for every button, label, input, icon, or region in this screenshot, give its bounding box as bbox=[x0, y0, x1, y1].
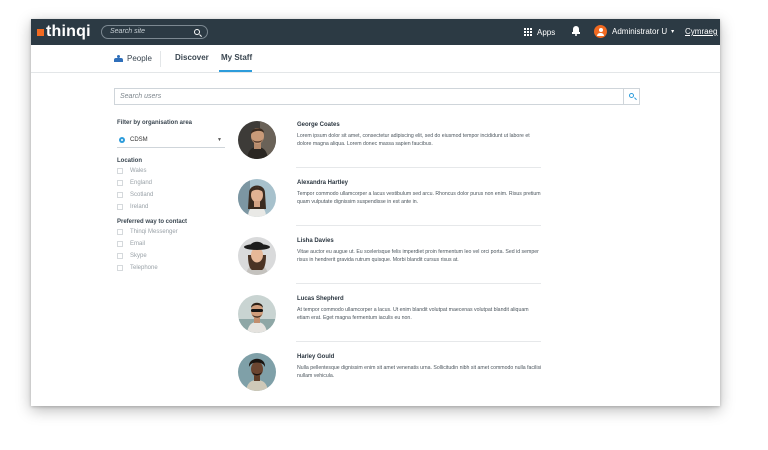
chevron-down-icon: ▾ bbox=[671, 29, 675, 35]
staff-bio: Lorem ipsum dolor sit amet, consectetur … bbox=[297, 133, 530, 147]
staff-name[interactable]: Lisha Davies bbox=[297, 238, 334, 244]
people-icon bbox=[114, 55, 123, 62]
staff-card[interactable]: Lucas Shepherd At tempor commodo ullamco… bbox=[238, 293, 541, 351]
logo[interactable]: thinqi bbox=[37, 24, 91, 40]
org-area-select[interactable]: CDSM ▼ bbox=[117, 134, 225, 148]
list-divider bbox=[296, 341, 541, 342]
chevron-down-icon: ▼ bbox=[217, 137, 222, 143]
location-filter-title: Location bbox=[117, 158, 142, 164]
logo-mark-icon bbox=[37, 28, 44, 36]
contact-option-email[interactable]: Email bbox=[117, 238, 225, 250]
staff-avatar[interactable] bbox=[238, 295, 276, 333]
location-filter: Location Wales England Scotland Ireland bbox=[117, 157, 225, 213]
staff-avatar[interactable] bbox=[238, 121, 276, 159]
location-option-england[interactable]: England bbox=[117, 177, 225, 189]
active-tab-indicator bbox=[219, 70, 252, 72]
top-bar: thinqi Search site Apps Administrator U … bbox=[31, 19, 720, 45]
search-icon bbox=[629, 93, 634, 98]
checkbox-icon[interactable] bbox=[117, 204, 123, 210]
option-label: Telephone bbox=[130, 265, 158, 271]
checkbox-icon[interactable] bbox=[117, 241, 123, 247]
staff-bio: At tempor commodo ullamcorper a lacus. U… bbox=[297, 307, 529, 321]
nav-divider bbox=[160, 51, 161, 67]
option-label: Email bbox=[130, 241, 146, 247]
logo-text: thinqi bbox=[46, 23, 91, 40]
option-label: Scotland bbox=[130, 192, 154, 198]
staff-avatar[interactable] bbox=[238, 353, 276, 391]
site-search-placeholder: Search site bbox=[110, 28, 146, 35]
staff-card[interactable]: George Coates Lorem ipsum dolor sit amet… bbox=[238, 119, 541, 177]
option-label: Skype bbox=[130, 253, 147, 259]
list-divider bbox=[296, 283, 541, 284]
option-label: England bbox=[130, 180, 153, 186]
staff-name[interactable]: Harley Gould bbox=[297, 354, 334, 360]
user-name: Administrator U bbox=[612, 27, 668, 36]
user-search-input[interactable]: Search users bbox=[114, 88, 640, 105]
staff-bio: Tempor commodo ullamcorper a lacus vesti… bbox=[297, 191, 541, 205]
language-link[interactable]: Cymraeg bbox=[685, 27, 717, 36]
staff-name[interactable]: Lucas Shepherd bbox=[297, 296, 344, 302]
people-section-link[interactable]: People bbox=[114, 54, 152, 63]
staff-name[interactable]: Alexandra Hartley bbox=[297, 180, 348, 186]
contact-option-telephone[interactable]: Telephone bbox=[117, 262, 225, 274]
apps-label: Apps bbox=[537, 27, 556, 37]
contact-option-skype[interactable]: Skype bbox=[117, 250, 225, 262]
org-area-value: CDSM bbox=[130, 137, 148, 143]
staff-list: George Coates Lorem ipsum dolor sit amet… bbox=[238, 119, 541, 406]
people-label: People bbox=[127, 54, 152, 63]
filter-panel: Filter by organisation area CDSM ▼ Locat… bbox=[117, 119, 225, 274]
checkbox-icon[interactable] bbox=[117, 253, 123, 259]
option-label: Wales bbox=[130, 168, 147, 174]
staff-card[interactable]: Harley Gould Nulla pellentesque dignissi… bbox=[238, 351, 541, 406]
location-option-ireland[interactable]: Ireland bbox=[117, 201, 225, 213]
checkbox-icon[interactable] bbox=[117, 168, 123, 174]
contact-filter: Preferred way to contact Thinqi Messenge… bbox=[117, 218, 225, 274]
staff-card[interactable]: Alexandra Hartley Tempor commodo ullamco… bbox=[238, 177, 541, 235]
notifications-bell-icon[interactable] bbox=[572, 26, 580, 36]
search-icon[interactable] bbox=[194, 29, 200, 35]
list-divider bbox=[296, 167, 541, 168]
location-option-wales[interactable]: Wales bbox=[117, 165, 225, 177]
tab-discover[interactable]: Discover bbox=[175, 53, 209, 62]
contact-option-messenger[interactable]: Thinqi Messenger bbox=[117, 226, 225, 238]
list-divider bbox=[296, 225, 541, 226]
sub-navigation: People Discover My Staff bbox=[31, 45, 720, 73]
staff-avatar[interactable] bbox=[238, 237, 276, 275]
radio-selected-icon bbox=[119, 137, 125, 143]
location-option-scotland[interactable]: Scotland bbox=[117, 189, 225, 201]
user-avatar-icon bbox=[594, 25, 607, 38]
apps-grid-icon bbox=[524, 27, 533, 37]
org-filter-title: Filter by organisation area bbox=[117, 120, 193, 126]
contact-filter-title: Preferred way to contact bbox=[117, 219, 188, 225]
option-label: Thinqi Messenger bbox=[130, 229, 178, 235]
app-window: thinqi Search site Apps Administrator U … bbox=[31, 19, 720, 406]
user-search-placeholder: Search users bbox=[120, 93, 162, 100]
user-menu[interactable]: Administrator U ▾ bbox=[594, 25, 674, 38]
tab-my-staff[interactable]: My Staff bbox=[221, 53, 252, 62]
staff-avatar[interactable] bbox=[238, 179, 276, 217]
staff-name[interactable]: George Coates bbox=[297, 122, 340, 128]
checkbox-icon[interactable] bbox=[117, 192, 123, 198]
apps-button[interactable]: Apps bbox=[524, 26, 555, 38]
site-search-input[interactable]: Search site bbox=[101, 25, 208, 39]
staff-card[interactable]: Lisha Davies Vitae auctor eu augue ut. E… bbox=[238, 235, 541, 293]
staff-bio: Nulla pellentesque dignissim enim sit am… bbox=[297, 365, 542, 379]
staff-bio: Vitae auctor eu augue ut. Eu scelerisque… bbox=[297, 249, 539, 263]
checkbox-icon[interactable] bbox=[117, 229, 123, 235]
checkbox-icon[interactable] bbox=[117, 180, 123, 186]
option-label: Ireland bbox=[130, 204, 149, 210]
user-search-button[interactable] bbox=[623, 89, 639, 104]
checkbox-icon[interactable] bbox=[117, 265, 123, 271]
